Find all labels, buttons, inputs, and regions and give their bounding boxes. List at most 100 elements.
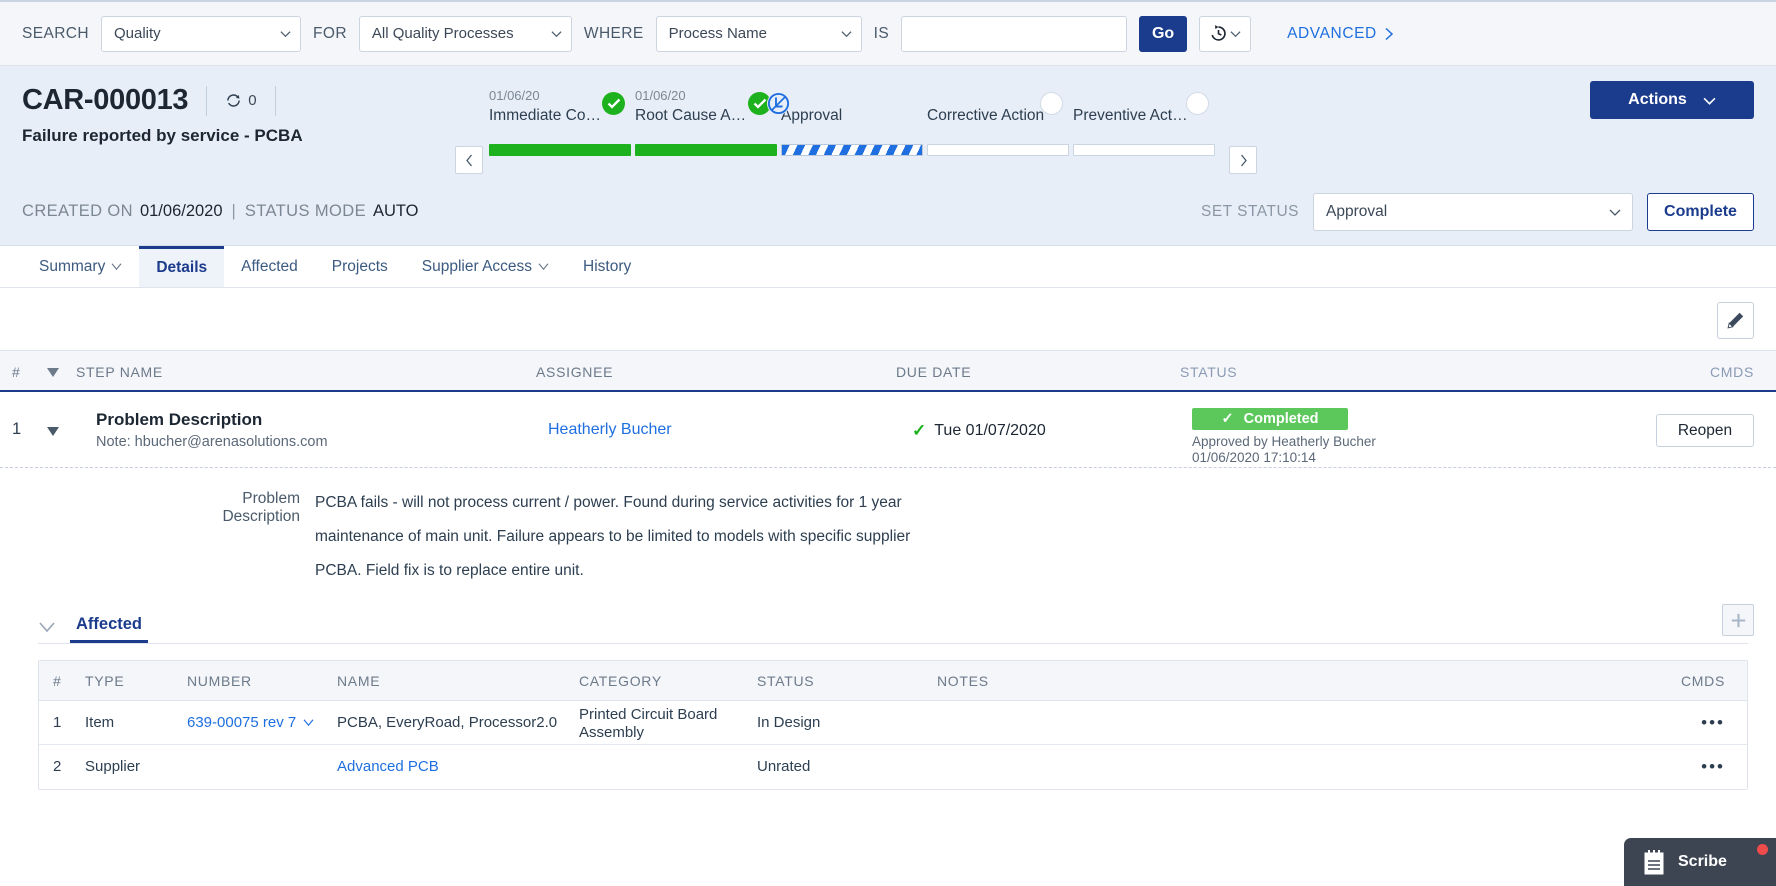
search-history-button[interactable] (1199, 15, 1252, 52)
problem-description-block: Problem Description PCBA fails - will no… (0, 468, 1776, 596)
problem-description-text: PCBA fails - will not process current / … (315, 486, 915, 588)
steps-col-num: # (12, 364, 21, 380)
advanced-search-label: ADVANCED (1287, 24, 1377, 42)
steps-col-due-date[interactable]: DUE DATE (896, 364, 971, 380)
edit-button[interactable] (1717, 302, 1754, 339)
created-on-value: 01/06/2020 (139, 202, 223, 220)
affected-cell-number-value: 639-00075 rev 7 (187, 714, 297, 731)
set-status-select[interactable]: Approval (1313, 192, 1633, 231)
steps-table-header: # STEP NAME ASSIGNEE DUE DATE STATUS CMD… (0, 350, 1776, 392)
tab-supplier-access[interactable]: Supplier Access (405, 246, 566, 287)
workflow-prev-button[interactable] (455, 146, 483, 174)
search-scope-select[interactable]: Quality (101, 15, 301, 52)
tab-label: Projects (331, 257, 388, 275)
affected-col-status[interactable]: STATUS (757, 673, 814, 689)
affected-cell-status-value: In Design (757, 714, 821, 731)
affected-col-name[interactable]: NAME (337, 673, 380, 689)
tab-affected[interactable]: Affected (224, 246, 315, 287)
affected-cell-status-value: Unrated (757, 758, 811, 775)
affected-col-type[interactable]: TYPE (85, 673, 124, 689)
steps-col-status[interactable]: STATUS (1180, 364, 1237, 380)
affected-col-number[interactable]: NUMBER (187, 673, 252, 689)
divider (206, 85, 208, 116)
actions-button[interactable]: Actions (1590, 81, 1754, 119)
status-mode-label: STATUS MODE (244, 202, 366, 220)
affected-col-notes[interactable]: NOTES (937, 673, 989, 689)
affected-cell-category-value: Printed Circuit Board (579, 706, 718, 723)
steps-col-step-name[interactable]: STEP NAME (76, 364, 163, 380)
object-subtitle: Failure reported by service - PCBA (22, 126, 303, 145)
chevron-left-icon (465, 154, 472, 166)
affected-cell-type-value: Item (85, 714, 115, 731)
workflow-step-progress (489, 144, 631, 156)
affected-cell-type: Supplier (85, 758, 140, 775)
search-input[interactable] (901, 15, 1128, 52)
search-where-select[interactable]: Process Name (655, 15, 862, 52)
chevron-down-icon[interactable] (303, 714, 314, 731)
workflow-step[interactable]: Corrective Action (927, 88, 1073, 156)
problem-description-line: maintenance of main unit. Failure appear… (315, 528, 911, 545)
add-affected-button[interactable] (1722, 604, 1754, 636)
workflow-step[interactable]: 01/06/20 Immediate Co… (489, 88, 635, 156)
tab-projects[interactable]: Projects (315, 246, 405, 287)
search-go-button[interactable]: Go (1139, 15, 1188, 52)
tab-history[interactable]: History (566, 246, 648, 287)
reopen-button[interactable]: Reopen (1656, 414, 1754, 447)
step-approved-at: 01/06/2020 17:10:14 (1192, 450, 1316, 465)
empty-circle-icon (1040, 92, 1063, 115)
workflow-tracker: 01/06/20 Immediate Co… 01/06/20 Root Cause … (455, 88, 1257, 174)
chevron-down-icon (111, 258, 122, 276)
is-label: IS (873, 24, 890, 42)
object-identity: CAR-000013 0 Failure reported by service… (22, 84, 303, 146)
set-status-group: SET STATUS Approval Complete (1201, 192, 1754, 231)
workflow-next-button[interactable] (1229, 146, 1257, 174)
affected-section: Affected # TYPE NUMBER NAME CATEGORY STA… (0, 596, 1776, 790)
for-label: FOR (313, 24, 347, 42)
step-approved-by: Approved by Heatherly Bucher (1192, 434, 1376, 449)
complete-button[interactable]: Complete (1647, 192, 1754, 231)
workflow-step[interactable]: Approval (767, 88, 927, 156)
problem-description-label: Problem Description (222, 490, 300, 525)
tab-details[interactable]: Details (139, 246, 225, 287)
chevron-right-icon (1240, 154, 1247, 166)
affected-cell-number[interactable]: 639-00075 rev 7 (187, 714, 314, 731)
step-assignee-link[interactable]: Heatherly Bucher (548, 421, 672, 439)
steps-sort-caret-icon[interactable] (46, 365, 60, 381)
pencil-edit-icon (1727, 312, 1744, 329)
workflow-step[interactable]: Preventive Act… (1073, 88, 1219, 156)
row-commands-button[interactable]: ••• (1701, 757, 1725, 777)
tab-label: Affected (241, 257, 298, 275)
steps-col-assignee[interactable]: ASSIGNEE (536, 364, 613, 380)
scribe-widget[interactable]: Scribe (1624, 838, 1776, 886)
chevron-down-icon[interactable] (38, 621, 56, 635)
scribe-notification-badge (1757, 844, 1768, 855)
table-row: 1 Problem Description Note: hbucher@aren… (0, 392, 1776, 468)
workflow-step-name: Approval (781, 107, 843, 124)
chevron-down-icon (538, 258, 549, 276)
affected-cell-num-value: 2 (53, 758, 62, 775)
row-commands-button[interactable]: ••• (1701, 713, 1725, 733)
advanced-search-link[interactable]: ADVANCED (1287, 25, 1394, 43)
tab-summary[interactable]: Summary (22, 246, 139, 287)
affected-cell-num: 2 (53, 758, 61, 775)
page-title: CAR-000013 (22, 84, 189, 116)
step-due-date-value: Tue 01/07/2020 (934, 422, 1046, 439)
search-for-select[interactable]: All Quality Processes (358, 15, 572, 52)
chevron-right-icon (1385, 27, 1393, 40)
workflow-step-date (781, 88, 923, 105)
search-for-value: All Quality Processes (371, 25, 514, 42)
in-progress-icon (767, 92, 790, 115)
affected-col-category[interactable]: CATEGORY (579, 673, 662, 689)
affected-cell-name[interactable]: Advanced PCB (337, 758, 439, 775)
tab-label: Details (156, 259, 208, 276)
revision-count[interactable]: 0 (225, 92, 257, 109)
workflow-step[interactable]: 01/06/20 Root Cause A… (635, 88, 781, 156)
affected-section-title[interactable]: Affected (70, 615, 149, 643)
status-badge-label: Completed (1243, 411, 1319, 427)
affected-col-cmds: CMDS (1680, 673, 1725, 689)
chevron-down-icon (841, 30, 852, 37)
table-row: 1 Item 639-00075 rev 7 PCBA, EveryRoad, Pro… (39, 701, 1747, 745)
history-clock-icon (1211, 25, 1226, 41)
affected-cell-category-value-line2: Assembly (579, 724, 645, 741)
step-expand-caret-icon[interactable] (46, 424, 60, 436)
